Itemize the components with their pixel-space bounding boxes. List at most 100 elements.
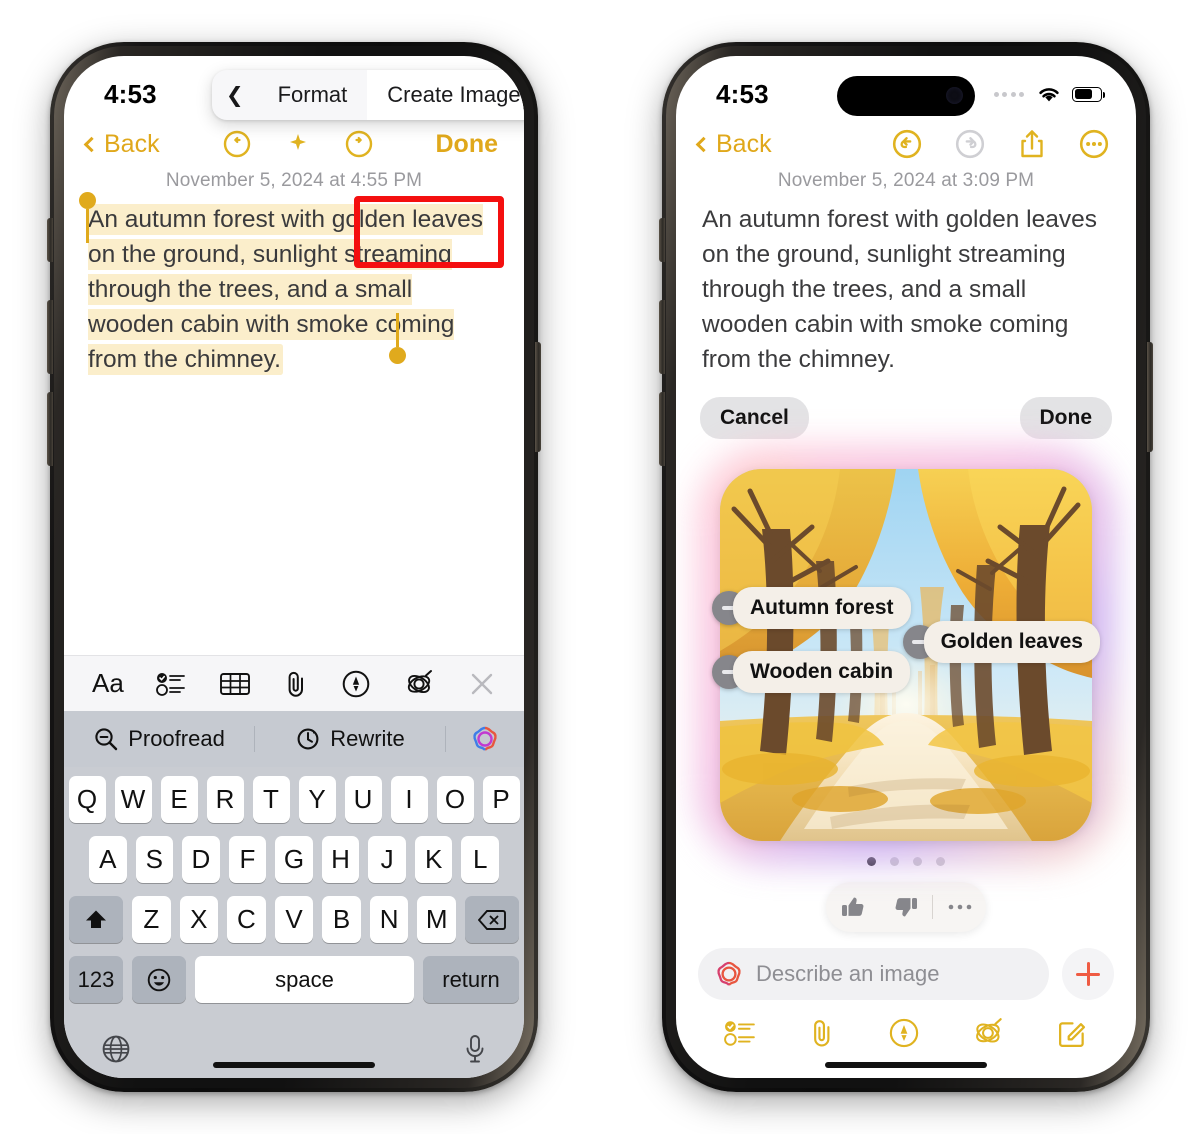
apple-intelligence-glyph-icon[interactable] [446,724,524,754]
note-text[interactable]: An autumn forest with golden leaves on t… [676,202,1136,377]
done-button[interactable]: Done [436,130,499,159]
redo-icon[interactable] [344,129,374,159]
image-more-button[interactable] [933,902,986,912]
backspace-key[interactable] [465,896,520,943]
key-q[interactable]: Q [68,776,106,823]
space-key[interactable]: space [195,956,414,1003]
key-n[interactable]: N [369,896,409,943]
back-button[interactable]: Back [695,130,772,159]
context-menu[interactable]: ❮ Format Create Image ❯ [212,70,524,120]
concept-chip[interactable]: Autumn forest [712,587,911,629]
markup-pen-icon[interactable] [888,1017,920,1049]
key-y[interactable]: Y [298,776,336,823]
paperclip-icon[interactable] [283,669,309,699]
proofread-button[interactable]: Proofread [64,726,254,752]
checklist-icon[interactable] [156,671,186,697]
text-format-icon[interactable]: Aa [92,668,124,699]
selection-handle-start[interactable] [79,192,96,243]
emoji-key[interactable] [132,956,186,1003]
volume-down-button[interactable] [47,392,53,466]
backspace-icon [478,909,506,930]
done-button[interactable]: Done [1019,397,1112,439]
volume-up-button[interactable] [659,300,665,374]
home-indicator[interactable] [213,1062,375,1068]
nav-bar: Back [676,118,1136,164]
back-button[interactable]: Back [83,130,160,159]
microphone-icon[interactable] [462,1033,488,1065]
power-button[interactable] [535,342,541,452]
signal-dots-icon [993,91,1024,97]
context-menu-item-create-image[interactable]: Create Image [367,70,524,120]
concept-chip[interactable]: Wooden cabin [712,651,911,693]
power-button[interactable] [1147,342,1153,452]
add-image-button[interactable] [1062,948,1114,1000]
key-h[interactable]: H [321,836,360,883]
close-icon[interactable] [468,670,496,698]
key-v[interactable]: V [274,896,314,943]
key-d[interactable]: D [182,836,220,883]
key-b[interactable]: B [322,896,361,943]
key-k[interactable]: K [414,836,453,883]
undo-icon[interactable] [891,128,923,160]
describe-input[interactable]: Describe an image [698,948,1049,1000]
share-icon[interactable] [1017,128,1047,160]
numeric-key[interactable]: 123 [69,956,123,1003]
thumbs-down-button[interactable] [879,894,932,920]
key-z[interactable]: Z [131,896,171,943]
context-menu-prev[interactable]: ❮ [212,83,258,108]
volume-up-button[interactable] [47,300,53,374]
thumbs-up-button[interactable] [826,894,879,920]
key-r[interactable]: R [206,776,244,823]
key-m[interactable]: M [417,896,457,943]
apple-intelligence-icon[interactable] [972,1017,1006,1049]
key-i[interactable]: I [390,776,428,823]
checklist-icon[interactable] [724,1019,756,1047]
return-key[interactable]: return [423,956,519,1003]
key-c[interactable]: C [227,896,266,943]
volume-down-button[interactable] [659,392,665,466]
key-l[interactable]: L [461,836,500,883]
undo-icon[interactable] [222,129,252,159]
more-ellipsis-icon[interactable] [1078,128,1110,160]
rewrite-label: Rewrite [330,726,405,751]
key-p[interactable]: P [482,776,520,823]
cancel-button[interactable]: Cancel [700,397,809,439]
plus-icon [1076,962,1100,986]
key-x[interactable]: X [179,896,219,943]
rewrite-button[interactable]: Rewrite [255,726,445,752]
globe-icon[interactable] [100,1033,132,1065]
key-e[interactable]: E [160,776,198,823]
key-t[interactable]: T [252,776,290,823]
concept-chip[interactable]: Golden leaves [902,621,1100,663]
key-f[interactable]: F [228,836,267,883]
selection-handle-end[interactable] [389,313,406,364]
onscreen-keyboard[interactable]: Q W E R T Y U I O P A S D F G H J K L Z … [64,767,524,1020]
redo-icon[interactable] [954,128,986,160]
compose-icon[interactable] [1058,1018,1088,1048]
thumbs-up-icon [841,897,863,916]
key-o[interactable]: O [436,776,474,823]
key-a[interactable]: A [88,836,127,883]
key-s[interactable]: S [135,836,174,883]
apple-intelligence-icon[interactable] [283,129,313,159]
paperclip-icon[interactable] [808,1017,836,1049]
key-j[interactable]: J [368,836,406,883]
format-toolbar: Aa [64,655,524,711]
apple-intelligence-icon[interactable] [404,669,436,699]
key-g[interactable]: G [275,836,313,883]
markup-pen-icon[interactable] [341,669,371,699]
key-w[interactable]: W [114,776,152,823]
keyboard-row-2: A S D F G H J K L [69,836,519,883]
home-indicator[interactable] [825,1062,987,1068]
apple-intelligence-glyph-icon [717,961,741,986]
proofread-label: Proofread [128,726,225,751]
key-u[interactable]: U [344,776,382,823]
action-button[interactable] [659,218,665,262]
keyboard-region: Aa Proofread Rewrite Q W E R T Y U I O P… [64,655,524,1078]
action-button[interactable] [47,218,53,262]
table-icon[interactable] [219,671,251,697]
shift-up-icon [85,910,106,928]
magnifier-check-icon [95,728,118,751]
shift-key[interactable] [68,896,123,943]
context-menu-item-format[interactable]: Format [258,70,368,120]
